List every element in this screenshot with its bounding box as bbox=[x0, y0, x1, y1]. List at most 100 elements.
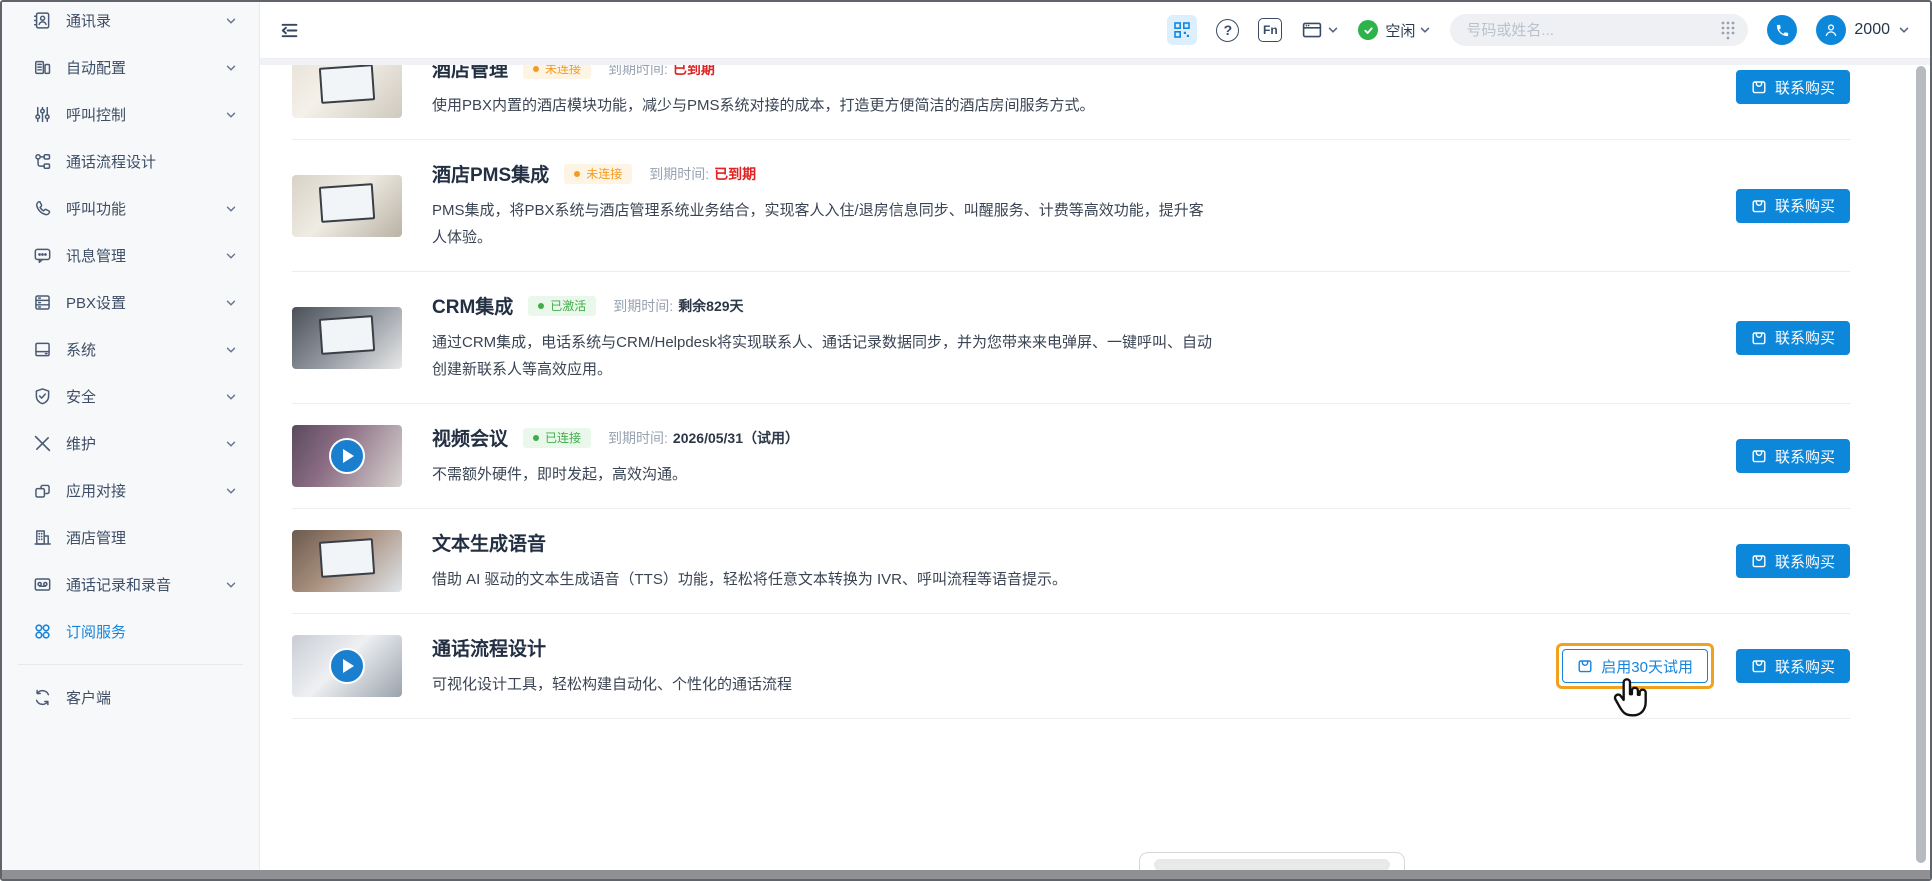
window-selector[interactable] bbox=[1301, 19, 1339, 41]
client-sync-icon bbox=[32, 688, 52, 708]
building-icon bbox=[32, 528, 52, 548]
search-input[interactable] bbox=[1466, 22, 1720, 39]
sidebar-item-client[interactable]: 客户端 bbox=[2, 674, 259, 721]
contact-purchase-button[interactable]: 联系购买 bbox=[1736, 544, 1850, 578]
sidebar-item-hotel-management[interactable]: 酒店管理 bbox=[2, 514, 259, 561]
call-button[interactable] bbox=[1767, 15, 1797, 45]
play-icon[interactable] bbox=[329, 438, 365, 474]
chevron-down-icon bbox=[225, 203, 237, 215]
subscription-grid-icon bbox=[32, 622, 52, 642]
sidebar-item-label: 酒店管理 bbox=[66, 527, 237, 548]
contact-purchase-button[interactable]: 联系购买 bbox=[1736, 189, 1850, 223]
window-bottom-edge bbox=[2, 870, 1930, 879]
status-badge: 未连接 bbox=[523, 65, 591, 79]
contact-purchase-button[interactable]: 联系购买 bbox=[1736, 321, 1850, 355]
sidebar-item-call-flow-design[interactable]: 通话流程设计 bbox=[2, 138, 259, 185]
service-row-hotel-pms: 酒店PMS集成 未连接 到期时间:已到期 PMS集成，将PBX系统与酒店管理系统… bbox=[292, 140, 1850, 272]
sidebar-item-call-control[interactable]: 呼叫控制 bbox=[2, 91, 259, 138]
app-integration-icon bbox=[32, 481, 52, 501]
chevron-down-icon bbox=[225, 485, 237, 497]
service-thumbnail bbox=[292, 65, 402, 118]
sidebar-item-auto-provisioning[interactable]: 自动配置 bbox=[2, 44, 259, 91]
sidebar-item-maintenance[interactable]: 维护 bbox=[2, 420, 259, 467]
collapse-sidebar-icon[interactable] bbox=[279, 20, 300, 41]
thumbnail-laptop bbox=[319, 183, 375, 223]
service-thumbnail bbox=[292, 307, 402, 369]
vertical-scrollbar[interactable] bbox=[1916, 66, 1926, 863]
partial-bottom-popup bbox=[1139, 852, 1405, 872]
service-title: 文本生成语音 bbox=[432, 529, 546, 556]
user-menu[interactable]: 2000 bbox=[1816, 15, 1910, 45]
qr-code-icon[interactable] bbox=[1167, 15, 1197, 45]
expiration-info: 到期时间:剩余829天 bbox=[613, 296, 743, 316]
sidebar-item-label: 讯息管理 bbox=[66, 245, 225, 266]
shopping-bag-icon bbox=[1751, 553, 1767, 569]
dialpad-icon[interactable] bbox=[1720, 20, 1736, 40]
contact-purchase-button[interactable]: 联系购买 bbox=[1736, 439, 1850, 473]
chevron-down-icon bbox=[225, 438, 237, 450]
sidebar-item-label: 自动配置 bbox=[66, 57, 225, 78]
presence-available-icon bbox=[1358, 20, 1378, 40]
contact-purchase-button[interactable]: 联系购买 bbox=[1736, 649, 1850, 683]
chevron-down-icon bbox=[225, 15, 237, 27]
service-description: PMS集成，将PBX系统与酒店管理系统业务结合，实现客人入住/退房信息同步、叫醒… bbox=[432, 197, 1214, 251]
app-window: 通讯录 自动配置 呼叫控制 通话流程设计 呼叫功能 讯息管理 bbox=[0, 0, 1932, 881]
chevron-down-icon bbox=[225, 344, 237, 356]
sidebar-item-security[interactable]: 安全 bbox=[2, 373, 259, 420]
chevron-down-icon bbox=[1898, 24, 1910, 36]
sidebar-item-label: 维护 bbox=[66, 433, 225, 454]
sidebar-item-app-integration[interactable]: 应用对接 bbox=[2, 467, 259, 514]
subscription-service-list: 酒店管理 未连接 到期时间:已到期 使用PBX内置的酒店模块功能，减少与PMS系… bbox=[260, 65, 1930, 879]
chevron-down-icon bbox=[1327, 24, 1339, 36]
shopping-bag-icon bbox=[1751, 330, 1767, 346]
service-description: 借助 AI 驱动的文本生成语音（TTS）功能，轻松将任意文本转换为 IVR、呼叫… bbox=[432, 566, 1214, 593]
extension-label: 2000 bbox=[1854, 21, 1890, 39]
presence-selector[interactable]: 空闲 bbox=[1358, 20, 1431, 41]
sidebar-item-system[interactable]: 系统 bbox=[2, 326, 259, 373]
chevron-down-icon bbox=[225, 297, 237, 309]
chevron-down-icon bbox=[225, 250, 237, 262]
fn-key-icon[interactable]: Fn bbox=[1258, 18, 1282, 42]
service-description: 通过CRM集成，电话系统与CRM/Helpdesk将实现联系人、通话记录数据同步… bbox=[432, 329, 1214, 383]
shopping-bag-icon bbox=[1751, 448, 1767, 464]
play-icon[interactable] bbox=[329, 648, 365, 684]
service-title: 通话流程设计 bbox=[432, 634, 546, 661]
call-flow-icon bbox=[32, 152, 52, 172]
service-row-hotel-management: 酒店管理 未连接 到期时间:已到期 使用PBX内置的酒店模块功能，减少与PMS系… bbox=[292, 65, 1850, 140]
service-video-thumbnail[interactable] bbox=[292, 425, 402, 487]
avatar bbox=[1816, 15, 1846, 45]
service-row-text-to-speech: 文本生成语音 借助 AI 驱动的文本生成语音（TTS）功能，轻松将任意文本转换为… bbox=[292, 509, 1850, 614]
service-title: 酒店管理 bbox=[432, 65, 508, 82]
thumbnail-laptop bbox=[319, 538, 375, 578]
sidebar-item-label: 通讯录 bbox=[66, 10, 225, 31]
sidebar-item-label: 呼叫控制 bbox=[66, 104, 225, 125]
sidebar-item-label: 安全 bbox=[66, 386, 225, 407]
sidebar-item-call-logs-recordings[interactable]: 通话记录和录音 bbox=[2, 561, 259, 608]
sidebar-item-messaging[interactable]: 讯息管理 bbox=[2, 232, 259, 279]
shopping-bag-icon bbox=[1751, 658, 1767, 674]
sidebar-item-pbx-settings[interactable]: PBX设置 bbox=[2, 279, 259, 326]
thumbnail-laptop bbox=[319, 315, 375, 355]
sidebar-item-subscription-services[interactable]: 订阅服务 bbox=[2, 608, 259, 655]
sidebar-item-label: PBX设置 bbox=[66, 292, 225, 313]
service-row-video-conferencing: 视频会议 已连接 到期时间:2026/05/31（试用） 不需额外硬件，即时发起… bbox=[292, 404, 1850, 509]
chevron-down-icon bbox=[225, 579, 237, 591]
shopping-bag-icon bbox=[1577, 658, 1593, 674]
service-thumbnail bbox=[292, 530, 402, 592]
chevron-down-icon bbox=[1419, 24, 1431, 36]
service-description: 不需额外硬件，即时发起，高效沟通。 bbox=[432, 461, 1214, 488]
help-icon[interactable]: ? bbox=[1216, 19, 1239, 42]
service-video-thumbnail[interactable] bbox=[292, 635, 402, 697]
service-description: 可视化设计工具，轻松构建自动化、个性化的通话流程 bbox=[432, 671, 1214, 698]
chevron-down-icon bbox=[225, 391, 237, 403]
contacts-icon bbox=[32, 11, 52, 31]
sidebar-item-contacts[interactable]: 通讯录 bbox=[2, 0, 259, 44]
sidebar-item-call-features[interactable]: 呼叫功能 bbox=[2, 185, 259, 232]
contact-purchase-button[interactable]: 联系购买 bbox=[1736, 70, 1850, 104]
shopping-bag-icon bbox=[1751, 79, 1767, 95]
call-control-icon bbox=[32, 105, 52, 125]
sidebar: 通讯录 自动配置 呼叫控制 通话流程设计 呼叫功能 讯息管理 bbox=[2, 2, 260, 879]
sidebar-item-label: 客户端 bbox=[66, 687, 237, 708]
enable-trial-button[interactable]: 启用30天试用 bbox=[1562, 649, 1708, 683]
shield-check-icon bbox=[32, 387, 52, 407]
